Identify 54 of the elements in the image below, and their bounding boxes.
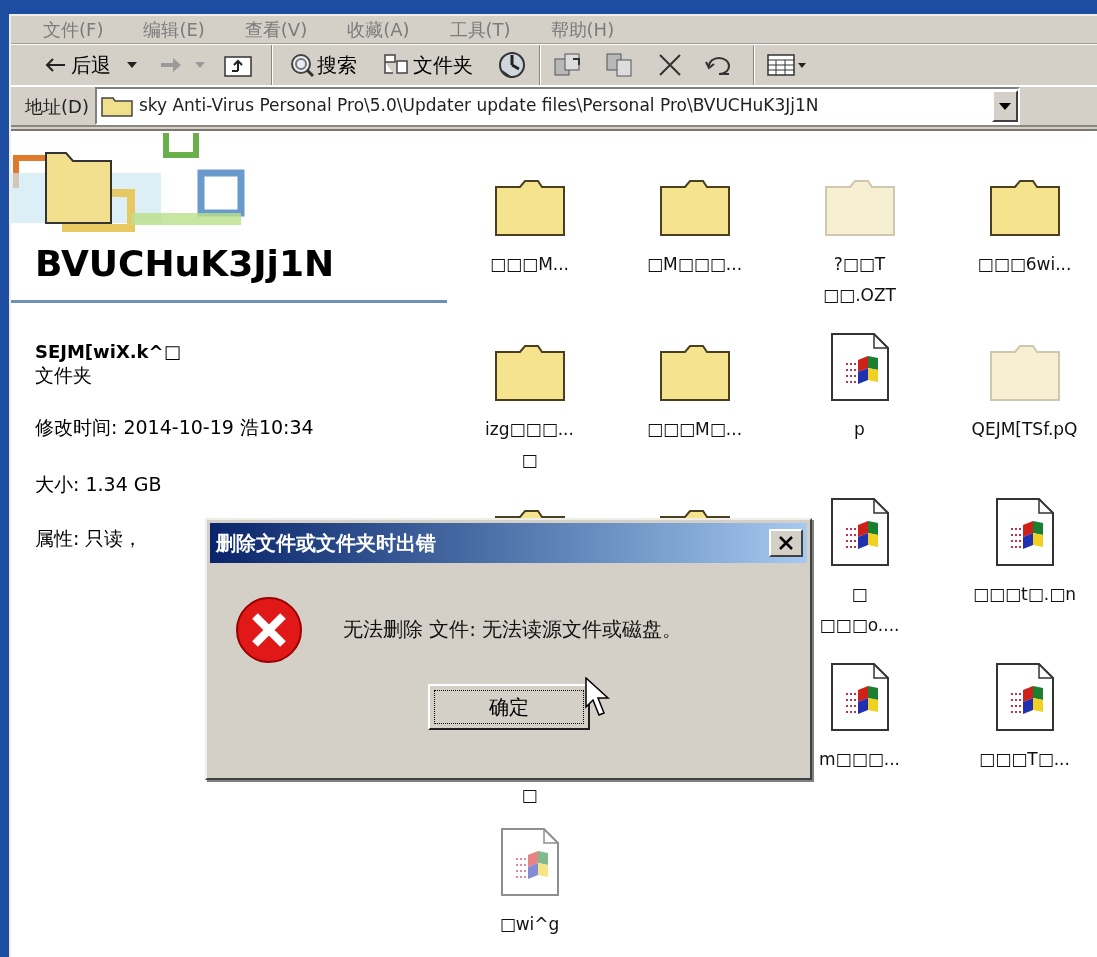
folder-icon[interactable]: [658, 177, 731, 237]
copy-to-icon[interactable]: [605, 51, 635, 79]
folder-title: BVUCHuK3Jj1N: [35, 242, 336, 286]
folder-icon[interactable]: [988, 177, 1061, 237]
folder-icon: [100, 95, 133, 117]
file-icon[interactable]: [829, 497, 890, 567]
file-name[interactable]: □: [521, 780, 538, 811]
search-button[interactable]: 搜索: [285, 45, 361, 85]
folder-size: 大小: 1.34 GB: [35, 471, 163, 497]
views-icon[interactable]: [767, 53, 807, 77]
file-name[interactable]: □□□M□...: [646, 414, 743, 445]
folder-icon[interactable]: [493, 177, 566, 237]
file-icon[interactable]: [829, 332, 890, 402]
folder-attributes: 属性: 只读，: [35, 526, 143, 551]
dropdown-button[interactable]: [991, 90, 1018, 122]
back-arrow-icon: [45, 57, 67, 73]
file-name[interactable]: □ □□□o....: [819, 579, 900, 641]
move-to-icon[interactable]: [553, 51, 583, 79]
dialog-title: 删除文件或文件夹时出错: [216, 530, 437, 557]
file-name[interactable]: QEJM[TSf.pQ: [971, 414, 1078, 445]
error-icon: [235, 596, 303, 664]
back-button[interactable]: 后退: [41, 45, 115, 85]
modified-date: 修改时间: 2014-10-19 浩10:34: [35, 415, 315, 440]
caret-icon[interactable]: [127, 62, 137, 68]
file-icon[interactable]: [829, 662, 890, 732]
folder-name: SEJM[wiX.k^□: [35, 341, 182, 363]
folder-icon[interactable]: [493, 342, 566, 402]
caret-icon: [998, 102, 1011, 110]
file-name[interactable]: p: [854, 414, 865, 445]
file-name[interactable]: ?□□T □□.OZT: [823, 249, 896, 311]
file-name[interactable]: □M□□□...: [646, 249, 743, 280]
file-icon[interactable]: [994, 662, 1055, 732]
file-name[interactable]: m□□□...: [819, 744, 900, 775]
cursor-icon: [585, 677, 611, 717]
file-icon[interactable]: [994, 497, 1055, 567]
close-icon: [779, 536, 793, 550]
folders-icon: [383, 53, 409, 77]
file-name[interactable]: izg□□□... □: [485, 414, 574, 476]
ok-button[interactable]: 确定: [428, 684, 590, 730]
folders-button[interactable]: 文件夹: [379, 45, 477, 85]
delete-icon[interactable]: [657, 52, 683, 78]
address-field[interactable]: sky Anti-Virus Personal Pro\5.0\Updater update files\Personal Pro\BVUCHuK3Jj1N: [94, 87, 1020, 125]
search-icon: [289, 52, 315, 78]
folder-icon[interactable]: [658, 342, 731, 402]
address-label: 地址(D): [25, 94, 89, 119]
close-button[interactable]: [769, 529, 803, 557]
file-name[interactable]: □□□M...: [489, 249, 570, 280]
file-name[interactable]: □□□6wi...: [977, 249, 1072, 280]
file-name[interactable]: □□□t□.□n: [972, 579, 1077, 610]
file-name[interactable]: □□□T□...: [979, 744, 1070, 775]
history-icon[interactable]: [497, 50, 527, 80]
folder-type: 文件夹: [35, 363, 93, 387]
file-name[interactable]: □wi^g: [499, 909, 560, 940]
error-message: 无法删除 文件: 无法读源文件或磁盘。: [343, 616, 683, 643]
